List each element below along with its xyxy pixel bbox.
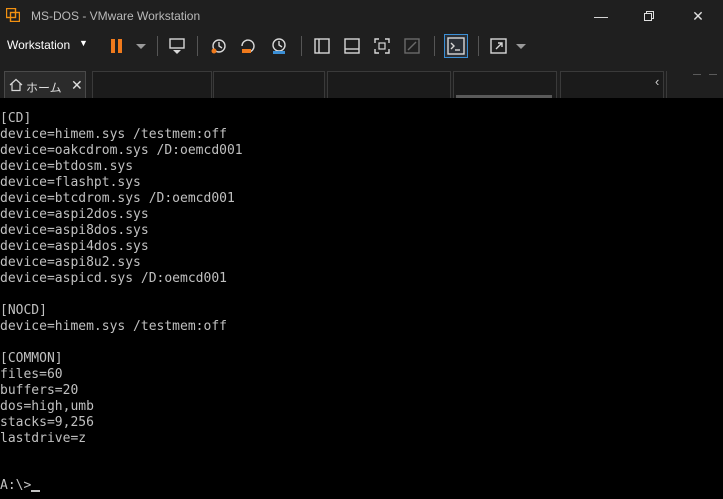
console-line: device=btcdrom.sys /D:oemcd001 [0, 191, 235, 206]
vm-console[interactable]: [CD] device=himem.sys /testmem:off devic… [0, 98, 723, 499]
tab-vm-5[interactable] [560, 71, 664, 99]
thumbnail-bar-icon[interactable] [341, 36, 363, 56]
console-line: device=himem.sys /testmem:off [0, 127, 227, 142]
minimize-button[interactable]: — [589, 5, 613, 27]
toolbar-divider [197, 36, 198, 56]
console-line: [COMMON] [0, 351, 63, 366]
console-line: device=aspi8dos.sys [0, 223, 149, 238]
revert-snapshot-icon[interactable] [238, 36, 260, 56]
library-view-icon[interactable] [311, 36, 333, 56]
stretch-guest-icon[interactable] [488, 36, 510, 56]
console-line: buffers=20 [0, 383, 79, 398]
chevron-down-icon[interactable]: ▼ [79, 38, 88, 48]
tab-vm-2[interactable] [213, 71, 325, 99]
full-screen-icon[interactable] [371, 36, 393, 56]
command-prompt[interactable]: A:\> [0, 478, 41, 494]
tab-divider [666, 71, 667, 98]
console-line: device=aspi2dos.sys [0, 207, 149, 222]
stretch-dropdown-icon[interactable] [510, 36, 532, 56]
pause-icon[interactable] [106, 36, 128, 56]
console-line: dos=high,umb [0, 399, 94, 414]
tab-home[interactable]: ホーム ✕ [4, 71, 86, 99]
tab-vm-3[interactable] [327, 71, 451, 99]
tab-overflow-mark [693, 74, 701, 75]
console-output: [CD] device=himem.sys /testmem:off devic… [0, 111, 243, 447]
unity-icon[interactable] [401, 36, 423, 56]
console-line: lastdrive=z [0, 431, 87, 446]
console-line: device=flashpt.sys [0, 175, 141, 190]
toolbar-divider [157, 36, 158, 56]
console-line: stacks=9,256 [0, 415, 94, 430]
snapshot-icon[interactable] [208, 36, 230, 56]
text-cursor [31, 490, 41, 492]
console-line: [NOCD] [0, 303, 47, 318]
console-view-icon [447, 37, 465, 55]
toolbar-divider [478, 36, 479, 56]
tab-scroll-left-icon[interactable]: ‹ [655, 74, 659, 89]
tab-bar: ホーム ✕ ‹ [0, 66, 723, 99]
console-line: [CD] [0, 111, 32, 126]
window-title: MS-DOS - VMware Workstation [31, 9, 201, 23]
console-line: device=himem.sys /testmem:off [0, 319, 227, 334]
console-line: device=aspi8u2.sys [0, 255, 141, 270]
vmware-logo-icon [6, 8, 20, 22]
toolbar-divider [434, 36, 435, 56]
console-view-button[interactable] [444, 34, 468, 58]
power-dropdown-icon[interactable] [130, 36, 152, 56]
prompt-text: A:\> [0, 478, 32, 493]
title-bar: MS-DOS - VMware Workstation — ✕ [0, 0, 723, 33]
console-line: device=aspi4dos.sys [0, 239, 149, 254]
close-window-button[interactable]: ✕ [686, 5, 710, 27]
send-ctrl-alt-del-icon[interactable] [166, 36, 188, 56]
console-line: device=btdosm.sys [0, 159, 134, 174]
home-icon [9, 78, 23, 92]
tab-close-icon[interactable]: ✕ [71, 77, 83, 94]
toolbar-divider [301, 36, 302, 56]
tab-overflow-mark [709, 74, 717, 75]
console-line: files=60 [0, 367, 63, 382]
toolbar: Workstation ▼ [0, 33, 723, 59]
tab-home-label: ホーム [26, 81, 62, 95]
workstation-menu-button[interactable]: Workstation [7, 38, 70, 52]
snapshot-manager-icon[interactable] [268, 36, 290, 56]
console-line: device=oakcdrom.sys /D:oemcd001 [0, 143, 243, 158]
maximize-button[interactable] [637, 5, 661, 27]
tab-vm-1[interactable] [92, 71, 212, 99]
maximize-icon [644, 11, 654, 21]
tab-vm-4[interactable] [453, 71, 557, 99]
console-line: device=aspicd.sys /D:oemcd001 [0, 271, 227, 286]
